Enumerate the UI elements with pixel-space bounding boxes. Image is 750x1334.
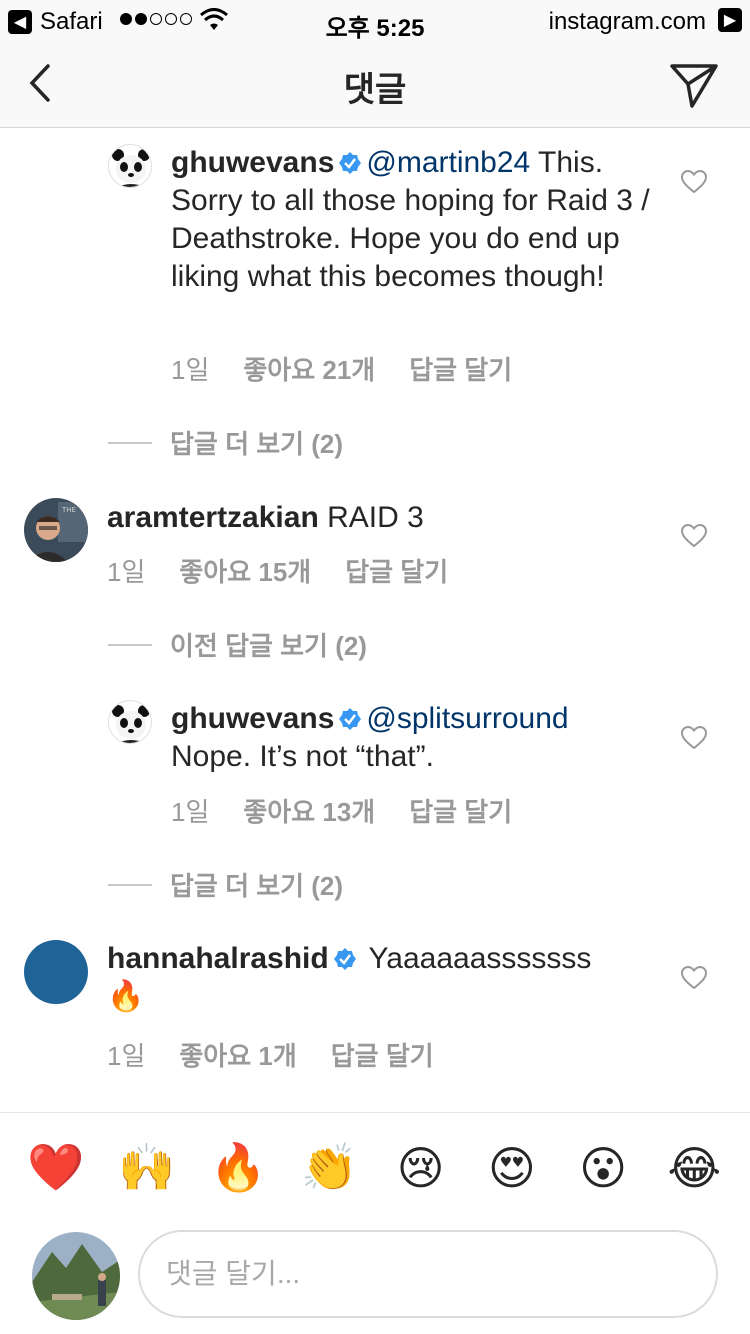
heart-outline-icon[interactable] xyxy=(680,724,708,752)
comment-emoji: 🔥 xyxy=(107,979,145,1014)
comment-body: ghuwevans @splitsurround Nope. It’s not “t… xyxy=(171,700,651,776)
thread-divider xyxy=(108,441,152,444)
thread-link-label: 답글 더 보기 (2) xyxy=(170,871,344,901)
status-bar: ◀ Safari 오후 5:25 instagram.com ▶ xyxy=(0,0,750,42)
panda-avatar-icon xyxy=(109,701,151,743)
avatar[interactable] xyxy=(108,700,152,744)
comment-likes[interactable]: 좋아요 13개 xyxy=(243,792,375,829)
comment-meta: 1일 좋아요 1개 답글 달기 xyxy=(107,1036,468,1073)
verified-badge-icon xyxy=(339,152,362,174)
comment: hannahalrashid Yaaaaaasssssss 🔥 1일 좋아요 1개… xyxy=(0,930,750,1080)
forward-chevron-icon[interactable]: ▶ xyxy=(718,8,742,32)
reply-button[interactable]: 답글 달기 xyxy=(409,792,512,829)
emoji-heart-button[interactable]: ❤️ xyxy=(26,1140,86,1195)
emoji-clap-button[interactable]: 👏 xyxy=(299,1140,359,1195)
avatar[interactable] xyxy=(24,940,88,1004)
comment: THE aramtertzakian RAID 3 1일 좋아요 15개 답글 … xyxy=(0,490,750,600)
comment-age: 1일 xyxy=(171,355,210,385)
thread-divider xyxy=(108,883,152,886)
reply-button[interactable]: 답글 달기 xyxy=(331,1036,434,1073)
comment-reply: ghuwevans @martinb24 This. Sorry to all t… xyxy=(0,128,750,388)
comment-mention[interactable]: @splitsurround xyxy=(366,702,568,735)
comment-username[interactable]: aramtertzakian xyxy=(107,501,319,534)
comment-input[interactable] xyxy=(138,1230,718,1318)
emoji-raised-hands-button[interactable]: 🙌 xyxy=(117,1140,177,1195)
comment-body: aramtertzakian RAID 3 xyxy=(107,499,647,537)
comment-compose-bar xyxy=(0,1222,750,1334)
comment-meta: 1일 좋아요 15개 답글 달기 xyxy=(107,552,482,589)
paper-plane-icon[interactable] xyxy=(668,58,720,110)
comment-age: 1일 xyxy=(107,557,146,587)
comment-text: Yaaaaaasssssss xyxy=(360,942,592,975)
panda-avatar-icon xyxy=(109,145,151,187)
view-more-replies-link[interactable]: 답글 더 보기 (2) xyxy=(108,424,343,461)
avatar[interactable] xyxy=(108,144,152,188)
navigation-bar: 댓글 xyxy=(0,40,750,128)
comment-likes[interactable]: 좋아요 1개 xyxy=(179,1036,296,1073)
thread-link-label: 답글 더 보기 (2) xyxy=(170,429,344,459)
comment-username[interactable]: ghuwevans xyxy=(171,146,334,179)
comment-body: ghuwevans @martinb24 This. Sorry to all t… xyxy=(171,144,651,296)
comment-text: RAID 3 xyxy=(318,501,424,534)
heart-outline-icon[interactable] xyxy=(680,168,708,196)
user-photo-avatar: THE xyxy=(24,498,88,562)
thread-divider xyxy=(108,643,152,646)
status-host: instagram.com xyxy=(548,8,706,35)
comment-mention[interactable]: @martinb24 xyxy=(366,146,530,179)
emoji-laughing-button[interactable]: 😂 xyxy=(664,1141,724,1195)
heart-outline-icon[interactable] xyxy=(680,964,708,992)
avatar[interactable]: THE xyxy=(24,498,88,562)
comment-age: 1일 xyxy=(107,1041,146,1071)
emoji-quick-bar: ❤️ 🙌 🔥 👏 😢 😍 😮 😂 xyxy=(0,1112,750,1222)
verified-badge-icon xyxy=(339,708,362,730)
emoji-surprised-button[interactable]: 😮 xyxy=(573,1141,633,1195)
comment-age: 1일 xyxy=(171,797,210,827)
view-previous-replies-link[interactable]: 이전 답글 보기 (2) xyxy=(108,626,367,663)
reply-button[interactable]: 답글 달기 xyxy=(409,350,512,387)
my-avatar xyxy=(32,1232,120,1320)
comment-likes[interactable]: 좋아요 15개 xyxy=(179,552,311,589)
emoji-fire-button[interactable]: 🔥 xyxy=(208,1140,268,1195)
verified-badge-icon xyxy=(333,948,356,970)
emoji-cry-button[interactable]: 😢 xyxy=(391,1141,451,1195)
comment-reply: ghuwevans @splitsurround Nope. It’s not “t… xyxy=(0,690,750,830)
comment-likes[interactable]: 좋아요 21개 xyxy=(243,350,375,387)
comment-username[interactable]: hannahalrashid xyxy=(107,942,329,975)
svg-text:THE: THE xyxy=(61,506,76,514)
view-more-replies-link[interactable]: 답글 더 보기 (2) xyxy=(108,866,343,903)
thread-link-label: 이전 답글 보기 (2) xyxy=(170,631,367,661)
comment-text: Nope. It’s not “that”. xyxy=(171,740,434,773)
comment-meta: 1일 좋아요 13개 답글 달기 xyxy=(171,792,546,829)
comment-body: hannahalrashid Yaaaaaasssssss 🔥 xyxy=(107,940,647,1016)
comment-username[interactable]: ghuwevans xyxy=(171,702,334,735)
comment-meta: 1일 좋아요 21개 답글 달기 xyxy=(171,350,546,387)
emoji-heart-eyes-button[interactable]: 😍 xyxy=(482,1141,542,1195)
heart-outline-icon[interactable] xyxy=(680,522,708,550)
page-title: 댓글 xyxy=(343,71,407,109)
my-avatar-photo xyxy=(32,1232,120,1320)
reply-button[interactable]: 답글 달기 xyxy=(345,552,448,589)
